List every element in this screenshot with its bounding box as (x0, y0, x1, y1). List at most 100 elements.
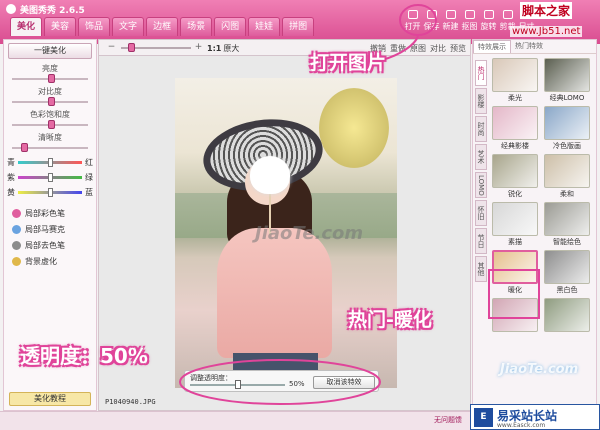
tool-item-0[interactable]: 局部彩色笔 (12, 208, 88, 219)
category-tab-5[interactable]: 怀旧 (475, 200, 487, 226)
effect-label-1: 经典LOMO (549, 94, 585, 102)
canvas-action-3[interactable]: 对比 (430, 43, 446, 54)
effect-label-0: 柔光 (508, 94, 522, 102)
effect-item-9[interactable]: 黑白色 (543, 250, 591, 295)
tab-4[interactable]: 边框 (146, 17, 179, 36)
photo-watermark: JiaoTe.com (255, 223, 364, 244)
effect-item-0[interactable]: 柔光 (491, 58, 539, 103)
color-slider-0[interactable] (18, 158, 82, 167)
color-slider-1[interactable] (18, 173, 82, 182)
canvas-action-2[interactable]: 原图 (410, 43, 426, 54)
effect-thumbnail-9[interactable] (544, 250, 590, 284)
effect-thumbnail-0[interactable] (492, 58, 538, 92)
zoom-ratio[interactable]: 1:1 原大 (207, 43, 239, 54)
color-thumb-1[interactable] (48, 173, 53, 182)
color-slider-2[interactable] (18, 188, 82, 197)
effect-thumbnail-1[interactable] (544, 58, 590, 92)
effect-item-3[interactable]: 冷色版画 (543, 106, 591, 151)
slider-thumb-1[interactable] (48, 97, 55, 106)
effect-thumbnail-2[interactable] (492, 106, 538, 140)
effect-thumbnail-11[interactable] (544, 298, 590, 332)
adjust-slider-0[interactable] (12, 74, 88, 83)
effect-item-6[interactable]: 素描 (491, 202, 539, 247)
tutorial-button[interactable]: 美化教程 (9, 392, 91, 406)
toolbar-button-3[interactable]: 抠图 (461, 10, 478, 32)
toolbar-button-1[interactable]: 保存 (423, 10, 440, 32)
tab-7[interactable]: 娃娃 (248, 17, 281, 36)
zoom-slider-thumb[interactable] (128, 43, 135, 52)
color-balance-row-1: 紫绿 (7, 172, 93, 183)
toolbar-button-2[interactable]: 新建 (442, 10, 459, 32)
color-thumb-0[interactable] (48, 158, 53, 167)
local-tools: 局部彩色笔局部马赛克局部去色笔背景虚化 (4, 208, 96, 267)
tool-item-3[interactable]: 背景虚化 (12, 256, 88, 267)
tab-3[interactable]: 文字 (112, 17, 145, 36)
category-tab-0[interactable]: 热门 (475, 60, 487, 86)
effect-thumbnail-3[interactable] (544, 106, 590, 140)
category-tab-7[interactable]: 其他 (475, 256, 487, 282)
adjust-slider-3[interactable] (12, 143, 88, 152)
tab-1[interactable]: 美容 (44, 17, 77, 36)
effect-thumbnail-6[interactable] (492, 202, 538, 236)
tab-6[interactable]: 闪图 (214, 17, 247, 36)
toolbar-icon-4 (483, 10, 494, 19)
canvas-action-1[interactable]: 重做 (390, 43, 406, 54)
tab-0[interactable]: 美化 (10, 17, 43, 36)
effect-label-3: 冷色版画 (553, 142, 581, 150)
effect-tab-1[interactable]: 热门特效 (511, 40, 547, 53)
slider-thumb-3[interactable] (20, 143, 28, 152)
tool-label-1: 局部马赛克 (25, 225, 65, 234)
effect-item-2[interactable]: 经典影楼 (491, 106, 539, 151)
tab-5[interactable]: 场景 (180, 17, 213, 36)
tool-item-1[interactable]: 局部马赛克 (12, 224, 88, 235)
effect-thumbnail-5[interactable] (544, 154, 590, 188)
slider-thumb-2[interactable] (48, 120, 55, 129)
category-tab-6[interactable]: 节日 (475, 228, 487, 254)
effect-label-8: 暖化 (508, 286, 522, 294)
category-tab-1[interactable]: 影楼 (475, 88, 487, 114)
toolbar-button-4[interactable]: 旋转 (480, 10, 497, 32)
toolbar-button-0[interactable]: 打开 (404, 10, 421, 32)
opacity-slider-thumb[interactable] (234, 380, 241, 389)
zoom-in-icon[interactable]: + (194, 43, 203, 52)
tab-8[interactable]: 拼图 (282, 17, 315, 36)
tool-label-0: 局部彩色笔 (25, 209, 65, 218)
effect-label-7: 智能绘色 (553, 238, 581, 246)
toolbar-icon-2 (445, 10, 456, 19)
effect-thumbnail-4[interactable] (492, 154, 538, 188)
photo-tree (319, 88, 389, 168)
effect-item-10[interactable] (491, 298, 539, 333)
effect-item-5[interactable]: 柔和 (543, 154, 591, 199)
tab-2[interactable]: 饰品 (78, 17, 111, 36)
effect-item-7[interactable]: 智能绘色 (543, 202, 591, 247)
cancel-effect-button[interactable]: 取消该特效 (313, 376, 375, 389)
adjust-slider-1[interactable] (12, 97, 88, 106)
canvas-action-4[interactable]: 预览 (450, 43, 466, 54)
adjust-slider-2[interactable] (12, 120, 88, 129)
slider-thumb-0[interactable] (48, 74, 55, 83)
category-tab-2[interactable]: 时尚 (475, 116, 487, 142)
onekey-beautify-button[interactable]: 一键美化 (8, 43, 92, 59)
effect-item-4[interactable]: 锐化 (491, 154, 539, 199)
feedback-link[interactable]: 无问题馈 (434, 415, 462, 425)
effect-item-11[interactable] (543, 298, 591, 333)
opacity-value: 50% (289, 380, 305, 388)
effect-thumbnail-7[interactable] (544, 202, 590, 236)
category-tab-4[interactable]: LOMO (475, 172, 487, 198)
site-watermark-url: www.Jb51.net (510, 26, 583, 37)
effect-item-1[interactable]: 经典LOMO (543, 58, 591, 103)
brand-logo-icon: E (474, 408, 493, 427)
brand-url: www.Easck.com (497, 422, 546, 429)
effect-tab-0[interactable]: 特效展示 (473, 40, 511, 53)
effect-item-8[interactable]: 暖化 (491, 250, 539, 295)
effect-thumbnails: 柔光 经典LOMO 经典影楼 冷色版画锐化 柔和 素描 智能绘色暖化 黑白色 (491, 58, 593, 333)
color-right-label-1: 绿 (85, 173, 93, 182)
effect-thumbnail-8[interactable] (492, 250, 538, 284)
zoom-out-icon[interactable]: − (107, 43, 116, 52)
category-tab-3[interactable]: 艺术 (475, 144, 487, 170)
title-bar: 美图秀秀 2.6.5 美化 美容 饰品 文字 边框 场景 闪图 娃娃 拼图 打开 保存 新建 抠图 旋转… (0, 0, 600, 44)
color-thumb-2[interactable] (48, 188, 53, 197)
effect-thumbnail-10[interactable] (492, 298, 538, 332)
toolbar-label-1: 保存 (423, 22, 440, 31)
tool-item-2[interactable]: 局部去色笔 (12, 240, 88, 251)
